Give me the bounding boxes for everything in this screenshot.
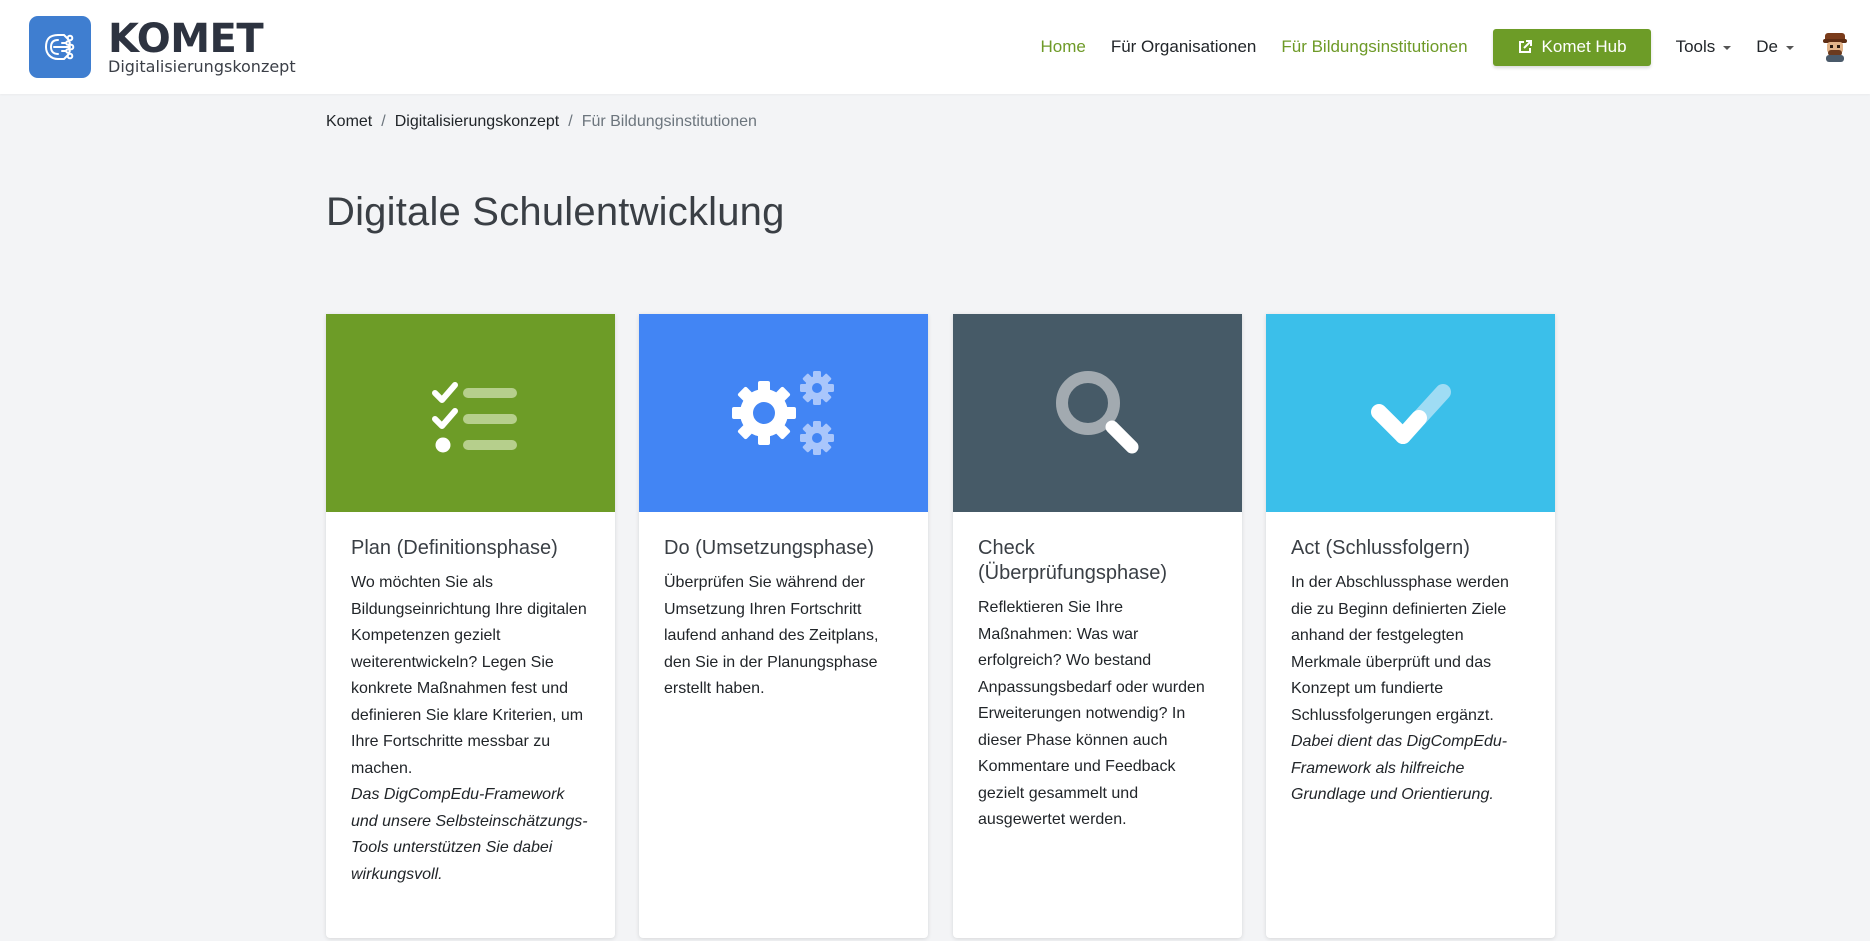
brand-title: KOMET	[108, 16, 264, 62]
breadcrumb-digitalisierungskonzept[interactable]: Digitalisierungskonzept	[395, 113, 560, 131]
card-do-text: Überprüfen Sie während der Umsetzung Ihr…	[664, 574, 879, 697]
language-label: De	[1756, 37, 1778, 56]
checklist-icon	[431, 382, 517, 453]
breadcrumb-current: Für Bildungsinstitutionen	[581, 113, 757, 130]
nav-organisations[interactable]: Für Organisationen	[1111, 37, 1257, 57]
avatar-icon	[1823, 33, 1847, 62]
card-plan-note: Das DigCompEdu-Framework und unsere Selb…	[351, 786, 588, 883]
card-act-title: Act (Schlussfolgern)	[1291, 537, 1470, 559]
card-plan-text: Wo möchten Sie als Bildungseinrichtung I…	[351, 574, 587, 777]
nav-home[interactable]: Home	[1040, 37, 1085, 57]
breadcrumb-separator: /	[381, 113, 386, 130]
tools-dropdown[interactable]: Tools	[1676, 37, 1732, 57]
card-do-header	[639, 314, 928, 512]
top-navbar: KOMET Digitalisierungskonzept Home Für O…	[0, 0, 1870, 94]
komet-hub-label: Komet Hub	[1541, 37, 1627, 56]
user-avatar[interactable]	[1818, 30, 1852, 64]
breadcrumb-komet[interactable]: Komet	[326, 113, 372, 131]
external-link-icon	[1518, 40, 1532, 53]
checkmark-icon	[1370, 384, 1451, 444]
card-do-title: Do (Umsetzungsphase)	[664, 537, 875, 559]
card-act-header	[1266, 314, 1555, 512]
card-do: Do (Umsetzungsphase) Überprüfen Sie währ…	[639, 314, 928, 938]
gears-icon	[731, 371, 834, 455]
chevron-down-icon	[1786, 46, 1794, 50]
tools-label: Tools	[1675, 37, 1716, 56]
card-plan: Plan (Definitionsphase) Wo möchten Sie a…	[326, 314, 615, 938]
breadcrumb: Komet / Digitalisierungskonzept / Für Bi…	[326, 113, 757, 131]
card-check: Check (Überprüfungsphase) Reflektieren S…	[953, 314, 1242, 938]
card-act-text: In der Abschlussphase werden die zu Begi…	[1291, 574, 1509, 724]
language-dropdown[interactable]: De	[1756, 37, 1794, 57]
komet-hub-button[interactable]: Komet Hub	[1492, 28, 1651, 66]
komet-logo-icon	[29, 16, 91, 78]
page-title: Digitale Schulentwicklung	[326, 190, 785, 234]
card-act: Act (Schlussfolgern) In der Abschlusspha…	[1266, 314, 1555, 938]
chevron-down-icon	[1723, 46, 1732, 50]
card-check-title: Check (Überprüfungsphase)	[978, 537, 1167, 584]
brand-subtitle: Digitalisierungskonzept	[108, 57, 296, 76]
magnifier-icon	[1055, 371, 1138, 454]
card-check-text: Reflektieren Sie Ihre Maßnahmen: Was war…	[978, 599, 1205, 828]
brand-link[interactable]: KOMET Digitalisierungskonzept	[29, 16, 296, 78]
card-check-header	[953, 314, 1242, 512]
card-plan-header	[326, 314, 615, 512]
breadcrumb-separator: /	[568, 113, 573, 130]
main-nav: Home Für Organisationen Für Bildungsinst…	[1015, 0, 1870, 94]
card-act-note: Dabei dient das DigCompEdu-Framework als…	[1291, 733, 1508, 803]
nav-education[interactable]: Für Bildungsinstitutionen	[1281, 37, 1467, 57]
card-plan-title: Plan (Definitionsphase)	[351, 537, 558, 559]
